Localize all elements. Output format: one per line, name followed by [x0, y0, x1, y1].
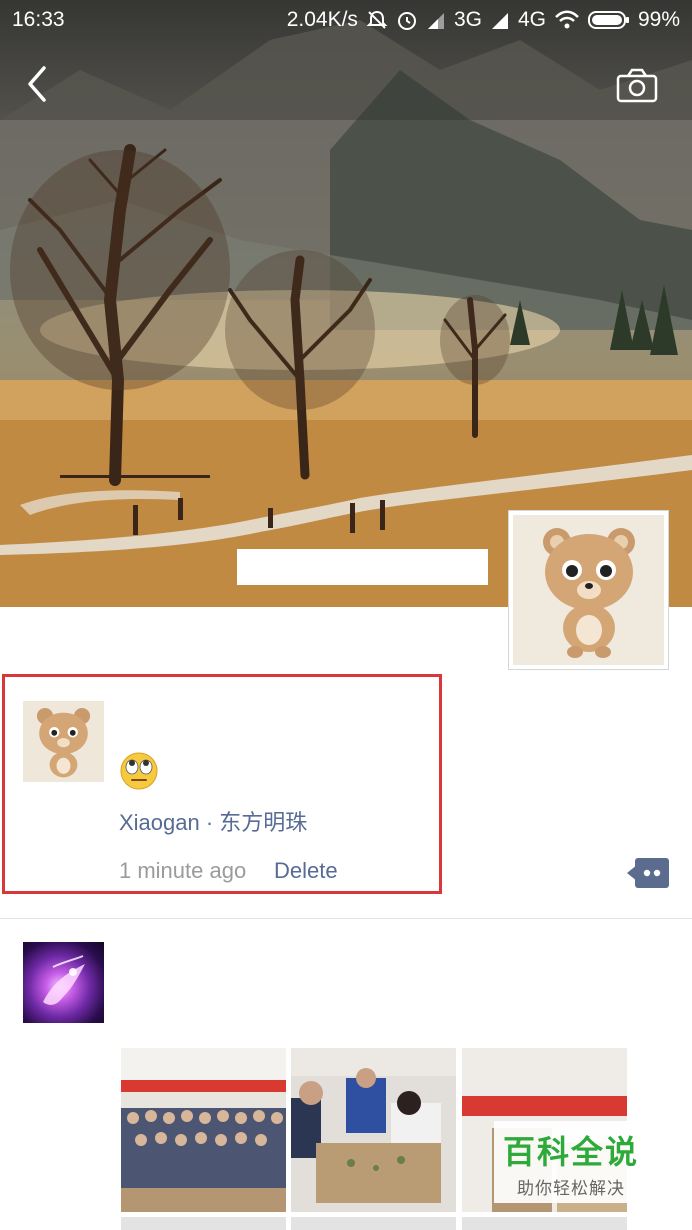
back-button[interactable] — [22, 64, 56, 104]
wifi-icon — [555, 10, 579, 29]
post-author-avatar[interactable] — [23, 942, 104, 1023]
camera-icon — [616, 68, 658, 103]
sandtray-photo-image — [291, 1048, 456, 1212]
comment-button[interactable] — [627, 858, 669, 888]
eye-roll-emoji-icon — [120, 752, 158, 790]
post-emoji — [119, 751, 159, 791]
bear-icon — [36, 707, 91, 778]
bell-muted-icon — [366, 10, 388, 29]
phoenix-avatar-icon — [43, 955, 85, 1005]
alarm-icon — [397, 12, 416, 30]
profile-avatar[interactable] — [508, 510, 669, 670]
battery-level: 99% — [637, 8, 680, 31]
username-redacted — [237, 549, 488, 585]
status-icons: 2.04K/s 3G 4G 99% — [287, 8, 680, 32]
post-photo[interactable] — [121, 1048, 286, 1212]
more-comment-icon — [627, 858, 669, 888]
post-timestamp: 1 minute ago — [119, 858, 247, 883]
network-4g: 4G — [517, 8, 546, 31]
signal-icon — [491, 13, 508, 29]
battery-icon — [587, 11, 629, 29]
watermark-subtitle: 助你轻松解决 — [517, 1179, 625, 1198]
post-photo[interactable] — [291, 1048, 456, 1212]
bear-icon — [542, 528, 635, 658]
bear-avatar-image — [513, 515, 664, 665]
signal-icon — [427, 13, 444, 29]
group-photo-image — [121, 1048, 286, 1212]
watermark: 百科全说 助你轻松解决 — [494, 1121, 648, 1203]
post-divider — [0, 918, 692, 919]
post-location[interactable]: Xiaogan · 东方明珠 — [119, 805, 307, 837]
post-photo[interactable] — [291, 1217, 456, 1230]
status-bar: 16:33 2.04K/s 3G 4G 99% — [0, 0, 692, 40]
camera-button[interactable] — [614, 66, 660, 106]
delete-button[interactable]: Delete — [274, 858, 338, 884]
post-photo[interactable] — [121, 1217, 286, 1230]
network-3g: 3G — [453, 8, 482, 31]
post-author-avatar[interactable] — [23, 701, 104, 782]
status-time: 16:33 — [12, 8, 65, 31]
watermark-title: 百科全说 — [502, 1134, 639, 1170]
post-photo[interactable] — [462, 1217, 627, 1230]
network-speed: 2.04K/s — [286, 8, 358, 31]
chevron-left-icon — [28, 66, 46, 102]
